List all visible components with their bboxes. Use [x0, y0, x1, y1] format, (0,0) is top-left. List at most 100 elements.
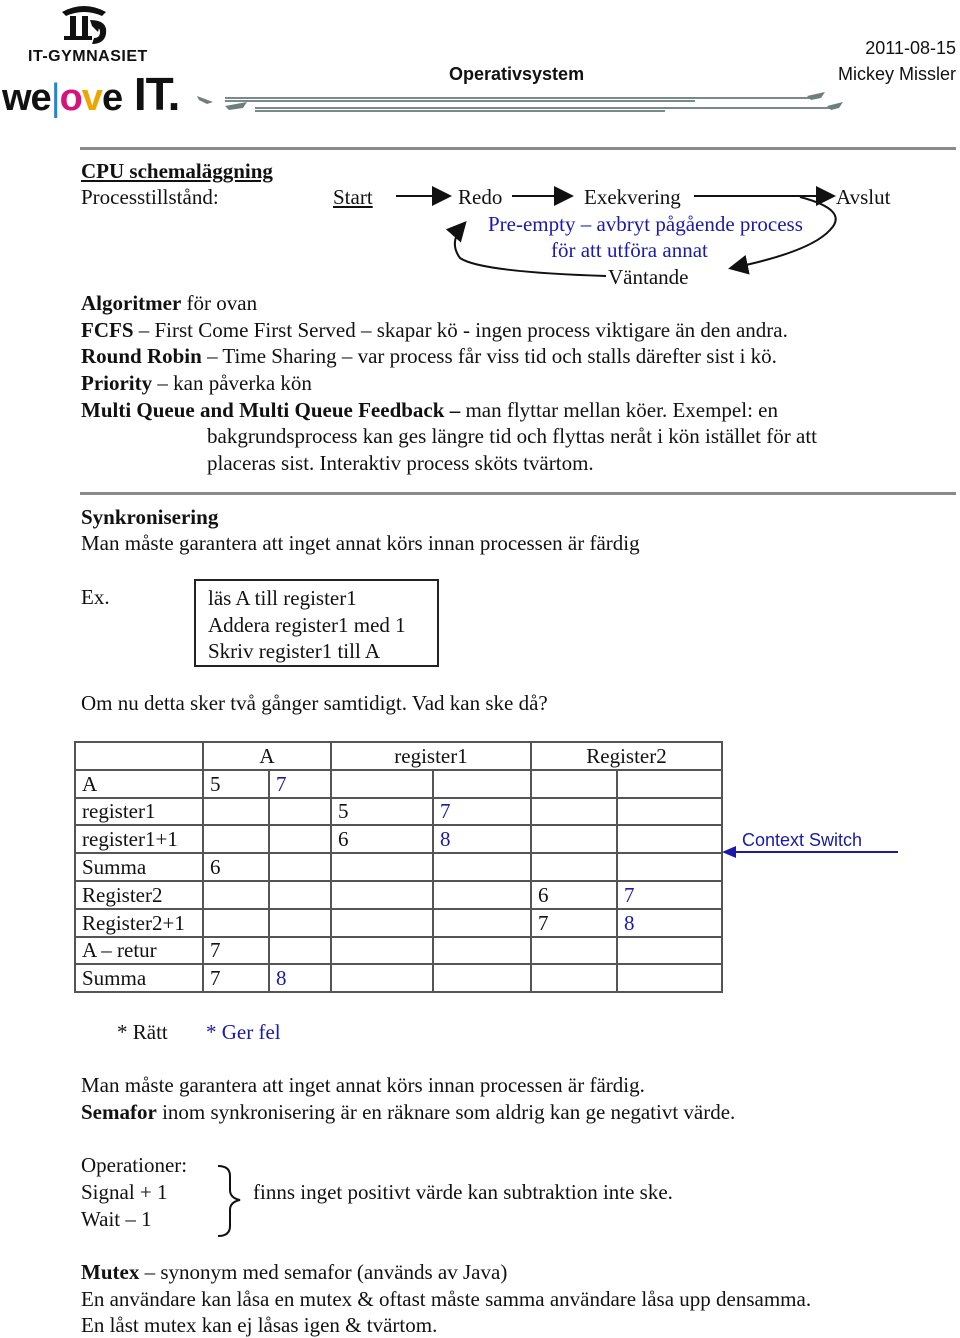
row-label: register1	[74, 796, 204, 827]
table-cell	[432, 963, 532, 994]
algorithm-fcfs: FCFS – First Come First Served – skapar …	[81, 318, 788, 342]
row-label: A	[74, 768, 204, 799]
table-cell	[530, 768, 618, 799]
table-cell	[202, 796, 270, 827]
table-cell: 5	[330, 796, 434, 827]
table-header-cell: Register2	[530, 741, 723, 771]
table-cell	[616, 768, 723, 799]
table-cell	[330, 852, 434, 882]
table-cell: 7	[432, 796, 532, 827]
mutex-definition: Mutex – synonym med semafor (används av …	[81, 1260, 508, 1284]
table-row: A 5 7	[74, 768, 723, 799]
code-line: läs A till register1	[208, 586, 357, 610]
table-cell	[616, 796, 723, 827]
race-condition-table: A register1 Register2 A 5 7 register1 5 …	[74, 741, 723, 994]
sync-question: Om nu detta sker två gånger samtidigt. V…	[81, 691, 548, 715]
operations-label: Operationer:	[81, 1153, 188, 1177]
table-cell	[268, 852, 332, 882]
table-cell	[268, 935, 332, 966]
table-row: register1+1 6 8	[74, 824, 723, 855]
section-rule	[80, 492, 956, 495]
algorithm-round-robin: Round Robin – Time Sharing – var process…	[81, 344, 777, 368]
row-label: Register2	[74, 879, 204, 910]
table-cell	[202, 879, 270, 910]
table-cell	[268, 907, 332, 938]
legend-error: * Ger fel	[206, 1020, 281, 1044]
table-cell	[432, 935, 532, 966]
table-cell	[330, 907, 434, 938]
algorithm-multi-queue: Multi Queue and Multi Queue Feedback – m…	[81, 398, 778, 422]
multi-queue-continuation-1: bakgrundsprocess kan ges längre tid och …	[207, 424, 817, 448]
table-row: Summa 7 8	[74, 963, 723, 994]
state-start: Start	[333, 185, 373, 209]
table-row: Register2+1 7 8	[74, 907, 723, 938]
table-row: Register2 6 7	[74, 879, 723, 910]
table-cell	[202, 824, 270, 855]
table-cell	[330, 963, 434, 994]
header-decorative-lines	[197, 92, 843, 112]
row-label: Register2+1	[74, 907, 204, 938]
document-date: 2011-08-15	[865, 38, 956, 58]
table-cell: 7	[202, 935, 270, 966]
operation-wait: Wait – 1	[81, 1207, 152, 1231]
row-label: Summa	[74, 963, 204, 994]
state-waiting: Väntande	[608, 265, 689, 289]
table-cell	[530, 852, 618, 882]
table-cell: 7	[616, 879, 723, 910]
table-cell	[432, 907, 532, 938]
table-cell: 8	[268, 963, 332, 994]
table-cell: 8	[616, 907, 723, 938]
table-cell	[432, 879, 532, 910]
table-cell	[432, 768, 532, 799]
curly-brace-icon	[217, 1165, 241, 1237]
document-title: Operativsystem	[449, 64, 585, 84]
semaphore-definition: Semafor inom synkronisering är en räknar…	[81, 1100, 736, 1124]
section-heading-cpu: CPU schemaläggning	[81, 159, 273, 183]
algorithm-priority: Priority – kan påverka kön	[81, 371, 312, 395]
school-logo-icon	[62, 6, 107, 44]
document-author: Mickey Missler	[837, 64, 956, 84]
table-row: A – retur 7	[74, 935, 723, 966]
operations-note: finns inget positivt värde kan subtrakti…	[253, 1180, 673, 1204]
table-header-cell: register1	[330, 741, 532, 771]
multi-queue-continuation-2: placeras sist. Interaktiv process sköts …	[207, 451, 594, 475]
table-cell: 6	[530, 879, 618, 910]
table-cell	[330, 935, 434, 966]
table-cell: 7	[202, 963, 270, 994]
row-label: register1+1	[74, 824, 204, 855]
table-cell	[202, 907, 270, 938]
table-cell	[432, 852, 532, 882]
table-cell	[616, 963, 723, 994]
table-row: Summa 6	[74, 852, 723, 882]
table-cell	[616, 824, 723, 855]
mutex-line-2: En användare kan låsa en mutex & oftast …	[81, 1287, 812, 1311]
table-cell: 5	[202, 768, 270, 799]
preempt-note-line2: för att utföra annat	[551, 238, 708, 262]
header-rule	[80, 147, 956, 150]
table-row: register1 5 7	[74, 796, 723, 827]
algorithms-intro: Algoritmer för ovan	[81, 291, 258, 315]
operation-signal: Signal + 1	[81, 1180, 168, 1204]
guarantee-text: Man måste garantera att inget annat körs…	[81, 1073, 645, 1097]
example-label: Ex.	[81, 585, 110, 609]
table-cell	[530, 935, 618, 966]
table-header-row: A register1 Register2	[74, 741, 723, 771]
table-cell: 7	[530, 907, 618, 938]
table-cell: 6	[202, 852, 270, 882]
code-example-box: läs A till register1 Addera register1 me…	[194, 579, 439, 667]
state-ready: Redo	[458, 185, 503, 209]
row-label: Summa	[74, 852, 204, 882]
school-slogan: we|ove IT.	[2, 68, 180, 120]
school-name: IT-GYMNASIET	[28, 48, 148, 65]
section-heading-sync: Synkronisering	[81, 505, 219, 529]
table-cell	[330, 879, 434, 910]
preempt-note-line1: Pre-empty – avbryt pågående process	[488, 212, 803, 236]
table-cell	[268, 879, 332, 910]
process-states-label: Processtillstånd:	[81, 185, 219, 209]
table-cell	[268, 796, 332, 827]
mutex-line-3: En låst mutex kan ej låsas igen & tvärto…	[81, 1313, 438, 1337]
row-label: A – retur	[74, 935, 204, 966]
table-cell	[530, 824, 618, 855]
table-cell: 6	[330, 824, 434, 855]
state-terminated: Avslut	[836, 185, 891, 209]
